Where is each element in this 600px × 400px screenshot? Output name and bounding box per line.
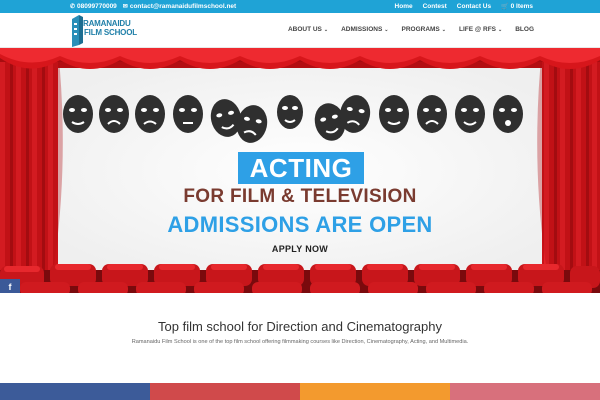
cart-link[interactable]: 🛒 0 Items — [501, 3, 533, 10]
hero-banner[interactable]: ACTING FOR FILM & TELEVISION ADMISSIONS … — [0, 48, 600, 293]
site-header: RAMANAIDU FILM SCHOOL ABOUT US ⌄ ADMISSIO… — [0, 13, 600, 48]
hero-heading-acting: ACTING — [238, 152, 364, 184]
intro-description: Ramanaidu Film School is one of the top … — [131, 339, 469, 345]
chevron-down-icon: ⌄ — [498, 27, 503, 33]
top-link-contest[interactable]: Contest — [423, 3, 447, 10]
top-link-home[interactable]: Home — [395, 3, 413, 10]
feature-bar-2[interactable] — [150, 383, 300, 400]
feature-color-bars — [0, 383, 600, 400]
logo-mark-icon — [72, 15, 83, 47]
top-bar: ✆ 08099770009 ✉ contact@ramanaidufilmschoo… — [0, 0, 600, 13]
nav-blog[interactable]: BLOG — [515, 26, 534, 33]
apply-now-link[interactable]: APPLY NOW — [0, 244, 600, 254]
cart-icon: 🛒 — [501, 4, 509, 10]
chevron-down-icon: ⌄ — [441, 27, 446, 33]
nav-about-us[interactable]: ABOUT US ⌄ — [288, 26, 328, 33]
phone-icon: ✆ — [70, 4, 76, 10]
nav-life-at-rfs[interactable]: LIFE @ RFS ⌄ — [459, 26, 502, 33]
top-link-contact-us[interactable]: Contact Us — [457, 3, 491, 10]
intro-section: Top film school for Direction and Cinema… — [0, 293, 600, 383]
nav-admissions[interactable]: ADMISSIONS ⌄ — [341, 26, 388, 33]
hero-admissions-text: ADMISSIONS ARE OPEN — [167, 212, 433, 237]
intro-heading: Top film school for Direction and Cinema… — [158, 319, 442, 334]
feature-bar-4[interactable] — [450, 383, 600, 400]
phone-contact[interactable]: ✆ 08099770009 — [70, 3, 117, 10]
email-contact[interactable]: ✉ contact@ramanaidufilmschool.net — [123, 3, 236, 10]
feature-bar-3[interactable] — [300, 383, 450, 400]
chevron-down-icon: ⌄ — [384, 27, 389, 33]
feature-bar-1[interactable] — [0, 383, 150, 400]
chevron-down-icon: ⌄ — [323, 27, 329, 33]
theater-seats — [0, 264, 600, 293]
nav-programs[interactable]: PROGRAMS ⌄ — [401, 26, 445, 33]
site-logo[interactable]: RAMANAIDU FILM SCHOOL — [70, 15, 166, 47]
mail-icon: ✉ — [122, 4, 128, 10]
hero-subheading: FOR FILM & TELEVISION — [183, 186, 417, 207]
logo-text: RAMANAIDU FILM SCHOOL — [83, 19, 137, 37]
main-nav: ABOUT US ⌄ ADMISSIONS ⌄ PROGRAMS ⌄ LIFE @ R… — [288, 26, 534, 33]
